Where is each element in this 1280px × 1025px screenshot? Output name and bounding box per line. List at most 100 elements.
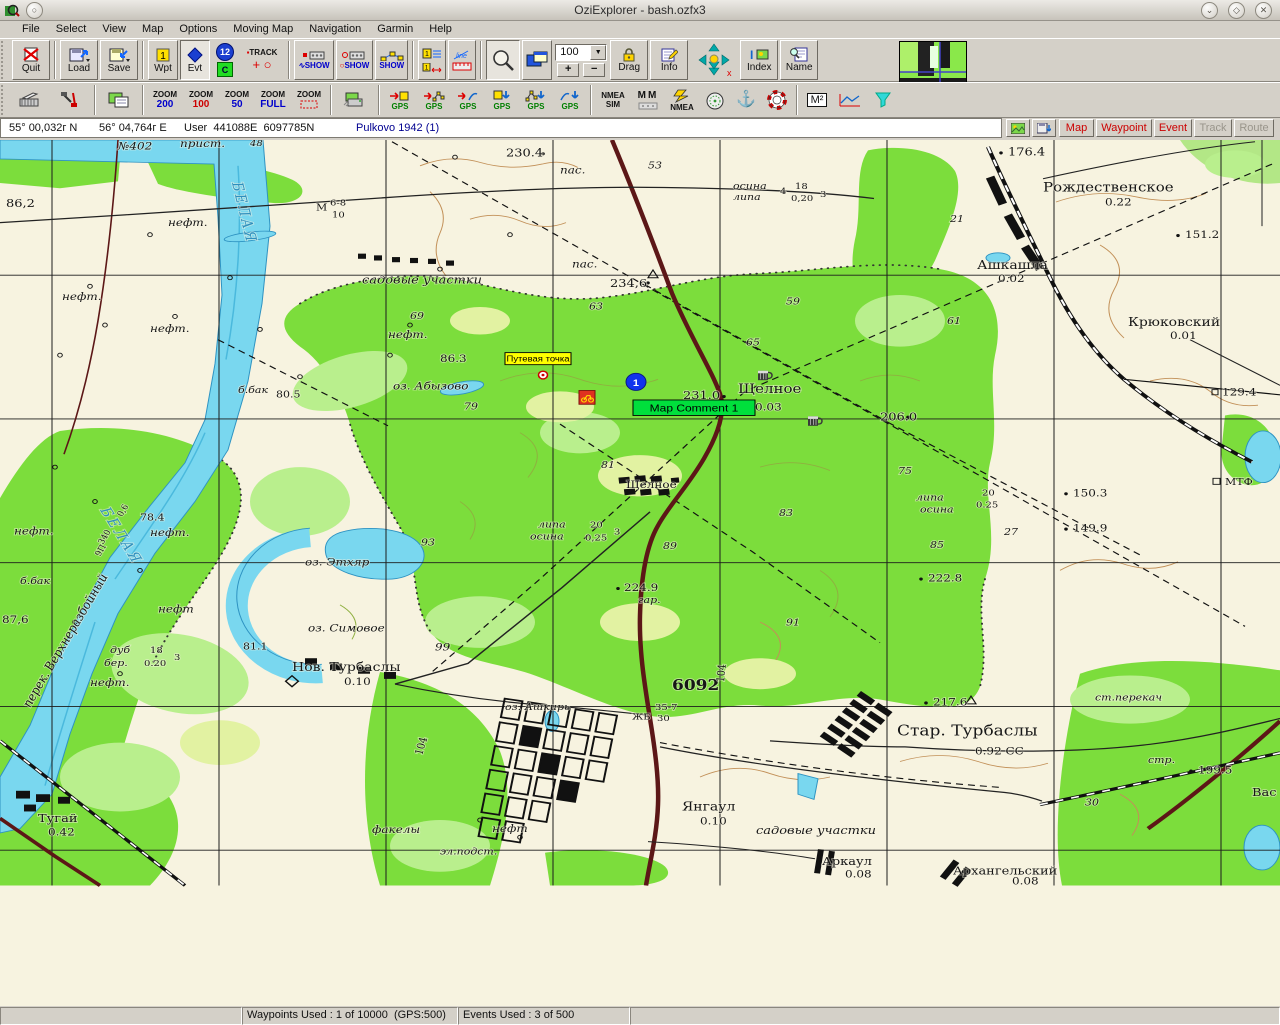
- save-position-button[interactable]: [1032, 119, 1056, 137]
- svg-text:x: x: [727, 68, 732, 77]
- filter-button[interactable]: [868, 84, 898, 116]
- map-windows-button[interactable]: [522, 40, 552, 80]
- zoom-100-button[interactable]: ZOOM 100: [184, 84, 218, 116]
- menu-select[interactable]: Select: [48, 21, 95, 37]
- track-controls[interactable]: ▪TRACK + ○: [240, 40, 284, 80]
- event-toggle[interactable]: Evt: [180, 40, 210, 80]
- map-label: 48: [249, 140, 263, 149]
- waypoint-toggle[interactable]: 1 Wpt: [148, 40, 178, 80]
- menu-garmin[interactable]: Garmin: [369, 21, 421, 37]
- save-button[interactable]: Save: [100, 40, 138, 80]
- minimize-button[interactable]: ⌄: [1201, 2, 1218, 19]
- menubar: File Select View Map Options Moving Map …: [0, 20, 1280, 38]
- name-search-icon: [789, 47, 809, 62]
- show-events-button[interactable]: ○SHOW: [336, 40, 374, 80]
- gps-upload-wpt-button[interactable]: GPS: [384, 84, 416, 116]
- gps-download-wpt-button[interactable]: GPS: [486, 84, 518, 116]
- main-toolbar: Quit Load Save 1 Wpt Evt 12 C ▪TRACK + ○…: [0, 38, 1280, 82]
- close-button[interactable]: ✕: [1255, 2, 1272, 19]
- map-label: нефт.: [14, 525, 54, 537]
- gps-upload-track-button[interactable]: GPS: [418, 84, 450, 116]
- floppy-down-icon: [1037, 123, 1051, 134]
- menu-view[interactable]: View: [94, 21, 134, 37]
- gps-download-track-button[interactable]: GPS: [520, 84, 552, 116]
- map-label: 0.08: [1012, 875, 1039, 887]
- name-search-button[interactable]: Name: [780, 40, 818, 80]
- map-label: 0.03: [755, 401, 782, 413]
- map-label: пас.: [560, 164, 585, 176]
- index-icon: I: [749, 47, 769, 62]
- event-bike-icon[interactable]: [579, 391, 595, 405]
- map-comment-label[interactable]: Map Comment 1: [633, 400, 755, 415]
- show-points-button[interactable]: SHOW: [375, 40, 408, 80]
- waypoint-mode-button[interactable]: Waypoint: [1096, 119, 1152, 137]
- map-label: 150.3: [1073, 487, 1107, 499]
- menu-map[interactable]: Map: [134, 21, 171, 37]
- wpt-list-button[interactable]: 1 1: [418, 40, 446, 80]
- menu-navigation[interactable]: Navigation: [301, 21, 369, 37]
- zoom-level-select[interactable]: 100 ▼: [555, 44, 607, 61]
- index-button[interactable]: I Index: [740, 40, 778, 80]
- zoom-full-button[interactable]: ZOOM FULL: [256, 84, 290, 116]
- zoom-out-button[interactable]: −: [583, 63, 605, 77]
- moving-map-button[interactable]: MM: [632, 84, 664, 116]
- menu-moving-map[interactable]: Moving Map: [225, 21, 301, 37]
- menu-options[interactable]: Options: [171, 21, 225, 37]
- nmea-button[interactable]: NMEA: [666, 84, 698, 116]
- map-label: липа: [538, 519, 566, 530]
- lifebuoy-button[interactable]: [762, 84, 792, 116]
- map-label: 0.08: [845, 869, 872, 881]
- route-mode-button[interactable]: Route: [1234, 119, 1274, 137]
- menu-help[interactable]: Help: [421, 21, 460, 37]
- zoom-rect-button[interactable]: ZOOM: [292, 84, 326, 116]
- zoom-50-button[interactable]: ZOOM 50: [220, 84, 254, 116]
- anchor-button[interactable]: ⚓: [732, 84, 760, 116]
- zoom-in-button[interactable]: +: [557, 63, 579, 77]
- magnify-button[interactable]: [486, 40, 520, 80]
- print-button[interactable]: [336, 84, 374, 116]
- wpt-number-badges[interactable]: 12 C: [212, 40, 238, 80]
- map-label: садовые участки: [756, 824, 876, 837]
- info-button[interactable]: Info: [650, 40, 688, 80]
- event-number-badge[interactable]: 1: [626, 373, 646, 390]
- zoom-200-button[interactable]: ZOOM 200: [148, 84, 182, 116]
- map-label: 59: [786, 296, 800, 307]
- checklist-button[interactable]: [12, 84, 50, 116]
- load-button[interactable]: Load: [60, 40, 98, 80]
- toolbar-handle-2[interactable]: [1, 85, 10, 115]
- menu-file[interactable]: File: [14, 21, 48, 37]
- tools-button[interactable]: [52, 84, 90, 116]
- screenshot-button[interactable]: [1006, 119, 1030, 137]
- profile-button[interactable]: [834, 84, 866, 116]
- map-label: 65: [746, 337, 760, 348]
- wpt-list-icon: 1: [422, 48, 442, 62]
- waypoint-marker[interactable]: [539, 371, 548, 379]
- map-canvas[interactable]: №402прист.48230.4пас.53осиналипа4180,203…: [0, 140, 1280, 1006]
- track-mode-button[interactable]: Track: [1194, 119, 1232, 137]
- m2-button[interactable]: M²: [802, 84, 832, 116]
- map-label: осина: [530, 531, 564, 542]
- waypoint-label[interactable]: Путевая точка: [505, 353, 571, 365]
- drag-button[interactable]: Drag: [610, 40, 648, 80]
- event-mode-button[interactable]: Event: [1154, 119, 1192, 137]
- maximize-button[interactable]: ◇: [1228, 2, 1245, 19]
- map-label: 0.02: [998, 273, 1025, 285]
- show-waypoints-button[interactable]: ∿SHOW: [294, 40, 334, 80]
- gps-download-route-button[interactable]: GPS: [554, 84, 586, 116]
- line-ruler-button[interactable]: line: [448, 40, 476, 80]
- chevron-down-icon[interactable]: ▼: [590, 45, 606, 60]
- user-grid-display: User 441088E 6097785N: [184, 122, 314, 134]
- gps-upload-route-button[interactable]: GPS: [452, 84, 484, 116]
- map-mode-button[interactable]: Map: [1059, 119, 1094, 137]
- toolbar-handle[interactable]: [1, 41, 10, 79]
- pan-arrows[interactable]: x: [690, 40, 738, 80]
- copy-map-image-button[interactable]: [100, 84, 138, 116]
- map-label: 4: [780, 187, 786, 197]
- latitude-display: 55° 00,032г N: [9, 122, 77, 134]
- compass-button[interactable]: [700, 84, 730, 116]
- quit-button[interactable]: Quit: [12, 40, 50, 80]
- map-label: 0.01: [1170, 330, 1197, 342]
- map-label: 35-7: [655, 702, 678, 712]
- nmea-sim-button[interactable]: NMEA SIM: [596, 84, 630, 116]
- map-label: 3: [174, 653, 180, 663]
